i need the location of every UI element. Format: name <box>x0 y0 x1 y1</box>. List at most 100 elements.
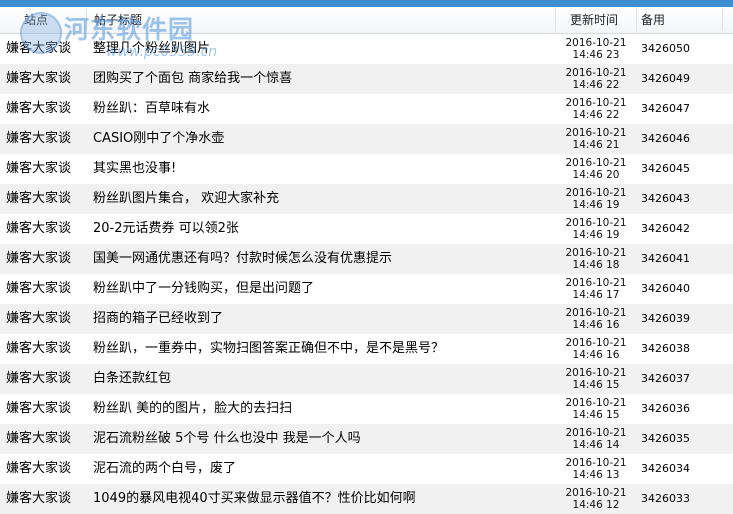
row-id: 3426046 <box>641 132 690 145</box>
row-update-time: 2016-10-21 14:46 16 <box>560 307 632 331</box>
row-update-time: 2016-10-21 14:46 19 <box>560 187 632 211</box>
row-site: 嫌客大家谈 <box>6 341 72 356</box>
row-site: 嫌客大家谈 <box>6 41 72 56</box>
row-title[interactable]: 其实黑也没事! <box>93 154 176 184</box>
row-update-time: 2016-10-21 14:46 21 <box>560 127 632 151</box>
row-id: 3426042 <box>641 222 690 235</box>
row-clock: 14:46 16 <box>572 349 620 361</box>
row-site: 嫌客大家谈 <box>6 131 72 146</box>
row-title[interactable]: 招商的箱子已经收到了 <box>93 304 223 334</box>
row-title[interactable]: 泥石流粉丝破 5个号 什么也没中 我是一个人吗 <box>93 424 361 454</box>
row-update-time: 2016-10-21 14:46 14 <box>560 427 632 451</box>
row-title[interactable]: 1049的暴风电视40寸买来做显示器值不？性价比如何啊 <box>93 484 416 514</box>
column-separator[interactable] <box>722 9 723 31</box>
row-date: 2016-10-21 <box>565 307 627 319</box>
table-row[interactable]: 嫌客大家谈 粉丝趴 美的的图片，脸大的去扫扫 2016-10-21 14:46 15 3… <box>0 394 733 424</box>
row-clock: 14:46 15 <box>572 409 620 421</box>
row-date: 2016-10-21 <box>565 217 627 229</box>
row-title[interactable]: 20-2元话费券 可以领2张 <box>93 214 239 244</box>
row-date: 2016-10-21 <box>565 397 627 409</box>
row-site: 嫌客大家谈 <box>6 71 72 86</box>
table-row[interactable]: 嫌客大家谈 粉丝趴中了一分钱购买，但是出问题了 2016-10-21 14:46 17… <box>0 274 733 304</box>
row-id: 3426035 <box>641 432 690 445</box>
row-clock: 14:46 22 <box>572 109 620 121</box>
row-id: 3426050 <box>641 42 690 55</box>
row-update-time: 2016-10-21 14:46 22 <box>560 67 632 91</box>
window-top-bar <box>0 0 733 7</box>
table-row[interactable]: 嫌客大家谈 招商的箱子已经收到了 2016-10-21 14:46 16 3426039 <box>0 304 733 334</box>
row-id: 3426036 <box>641 402 690 415</box>
row-id: 3426040 <box>641 282 690 295</box>
row-date: 2016-10-21 <box>565 337 627 349</box>
row-id: 3426037 <box>641 372 690 385</box>
row-site: 嫌客大家谈 <box>6 311 72 326</box>
row-id: 3426041 <box>641 252 690 265</box>
row-date: 2016-10-21 <box>565 457 627 469</box>
row-update-time: 2016-10-21 14:46 23 <box>560 37 632 61</box>
table-row[interactable]: 嫌客大家谈 团购买了个面包 商家给我一个惊喜 2016-10-21 14:46 22 3… <box>0 64 733 94</box>
column-header-note[interactable]: 备用 <box>641 7 665 33</box>
table-row[interactable]: 嫌客大家谈 20-2元话费券 可以领2张 2016-10-21 14:46 19 342… <box>0 214 733 244</box>
row-update-time: 2016-10-21 14:46 22 <box>560 97 632 121</box>
row-clock: 14:46 22 <box>572 79 620 91</box>
row-title[interactable]: CASIO刚中了个净水壶 <box>93 124 224 154</box>
row-id: 3426033 <box>641 492 690 505</box>
row-title[interactable]: 粉丝趴中了一分钱购买，但是出问题了 <box>93 274 314 304</box>
row-update-time: 2016-10-21 14:46 16 <box>560 337 632 361</box>
row-update-time: 2016-10-21 14:46 13 <box>560 457 632 481</box>
row-date: 2016-10-21 <box>565 187 627 199</box>
row-site: 嫌客大家谈 <box>6 191 72 206</box>
column-header-site[interactable]: 站点 <box>24 7 48 33</box>
row-clock: 14:46 17 <box>572 289 620 301</box>
row-site: 嫌客大家谈 <box>6 161 72 176</box>
row-date: 2016-10-21 <box>565 127 627 139</box>
row-title[interactable]: 粉丝趴，一重券中，实物扫图答案正确但不中，是不是黑号？ <box>93 334 444 364</box>
row-update-time: 2016-10-21 14:46 15 <box>560 397 632 421</box>
row-id: 3426049 <box>641 72 690 85</box>
table-row[interactable]: 嫌客大家谈 泥石流粉丝破 5个号 什么也没中 我是一个人吗 2016-10-21 14… <box>0 424 733 454</box>
column-separator[interactable] <box>86 9 87 31</box>
column-header-title[interactable]: 帖子标题 <box>94 7 142 33</box>
row-title[interactable]: 国美一网通优惠还有吗？付款时候怎么没有优惠提示 <box>93 244 392 274</box>
row-date: 2016-10-21 <box>565 37 627 49</box>
table-row[interactable]: 嫌客大家谈 粉丝趴：百草味有水 2016-10-21 14:46 22 3426047 <box>0 94 733 124</box>
row-clock: 14:46 14 <box>572 439 620 451</box>
row-clock: 14:46 16 <box>572 319 620 331</box>
row-site: 嫌客大家谈 <box>6 101 72 116</box>
table-row[interactable]: 嫌客大家谈 粉丝趴，一重券中，实物扫图答案正确但不中，是不是黑号？ 2016-10-… <box>0 334 733 364</box>
row-clock: 14:46 19 <box>572 199 620 211</box>
row-id: 3426045 <box>641 162 690 175</box>
table-row[interactable]: 嫌客大家谈 白条还款红包 2016-10-21 14:46 15 3426037 <box>0 364 733 394</box>
table-row[interactable]: 嫌客大家谈 泥石流的两个白号，废了 2016-10-21 14:46 13 342603… <box>0 454 733 484</box>
row-clock: 14:46 12 <box>572 499 620 511</box>
row-update-time: 2016-10-21 14:46 12 <box>560 487 632 511</box>
row-title[interactable]: 粉丝趴 美的的图片，脸大的去扫扫 <box>93 394 292 424</box>
column-header-update-time[interactable]: 更新时间 <box>570 7 618 33</box>
table-row[interactable]: 嫌客大家谈 其实黑也没事! 2016-10-21 14:46 20 3426045 <box>0 154 733 184</box>
table-row[interactable]: 嫌客大家谈 粉丝趴图片集合， 欢迎大家补充 2016-10-21 14:46 19 34… <box>0 184 733 214</box>
row-site: 嫌客大家谈 <box>6 281 72 296</box>
row-title[interactable]: 整理几个粉丝趴图片 <box>93 34 210 64</box>
row-site: 嫌客大家谈 <box>6 221 72 236</box>
row-title[interactable]: 粉丝趴：百草味有水 <box>93 94 210 124</box>
row-date: 2016-10-21 <box>565 67 627 79</box>
row-update-time: 2016-10-21 14:46 20 <box>560 157 632 181</box>
row-title[interactable]: 粉丝趴图片集合， 欢迎大家补充 <box>93 184 279 214</box>
row-id: 3426043 <box>641 192 690 205</box>
row-title[interactable]: 泥石流的两个白号，废了 <box>93 454 236 484</box>
table-row[interactable]: 嫌客大家谈 CASIO刚中了个净水壶 2016-10-21 14:46 21 34260… <box>0 124 733 154</box>
row-update-time: 2016-10-21 14:46 15 <box>560 367 632 391</box>
row-site: 嫌客大家谈 <box>6 251 72 266</box>
row-clock: 14:46 18 <box>572 259 620 271</box>
row-title[interactable]: 团购买了个面包 商家给我一个惊喜 <box>93 64 292 94</box>
row-date: 2016-10-21 <box>565 367 627 379</box>
row-clock: 14:46 13 <box>572 469 620 481</box>
table-row[interactable]: 嫌客大家谈 国美一网通优惠还有吗？付款时候怎么没有优惠提示 2016-10-21 14… <box>0 244 733 274</box>
row-site: 嫌客大家谈 <box>6 401 72 416</box>
table-row[interactable]: 嫌客大家谈 整理几个粉丝趴图片 2016-10-21 14:46 23 3426050 <box>0 34 733 64</box>
row-clock: 14:46 19 <box>572 229 620 241</box>
table-row[interactable]: 嫌客大家谈 1049的暴风电视40寸买来做显示器值不？性价比如何啊 2016-10-… <box>0 484 733 514</box>
row-clock: 14:46 15 <box>572 379 620 391</box>
row-title[interactable]: 白条还款红包 <box>93 364 171 394</box>
row-date: 2016-10-21 <box>565 247 627 259</box>
